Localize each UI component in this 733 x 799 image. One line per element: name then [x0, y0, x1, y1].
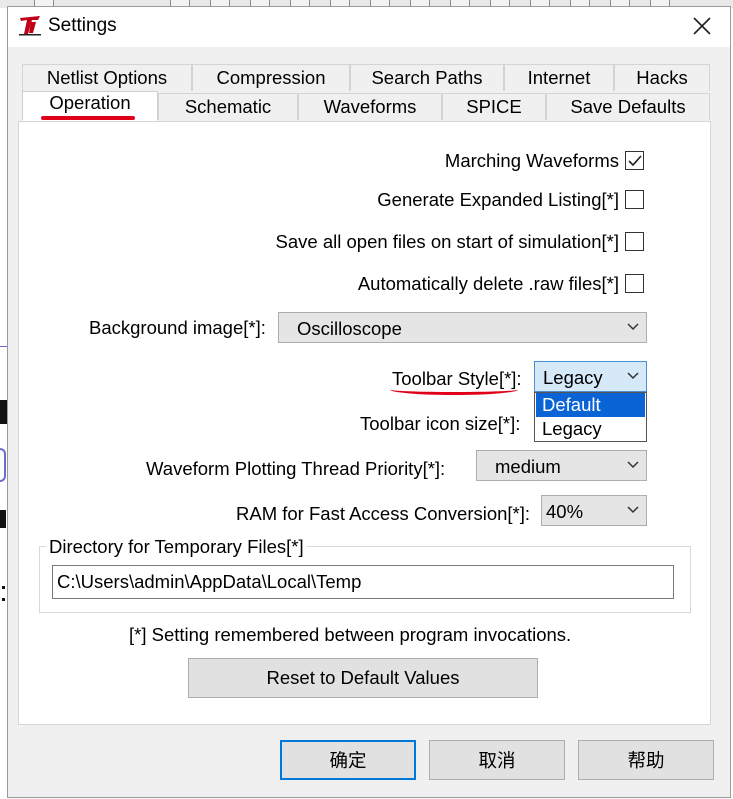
chevron-down-icon — [627, 506, 639, 514]
save-open-files-checkbox[interactable] — [625, 232, 644, 251]
temp-dir-input[interactable]: C:\Users\admin\AppData\Local\Temp — [52, 565, 674, 599]
tab-compression[interactable]: Compression — [192, 64, 350, 91]
reset-defaults-button[interactable]: Reset to Default Values — [188, 658, 538, 698]
ltspice-logo-icon — [18, 14, 42, 36]
marching-waveforms-checkbox[interactable] — [625, 151, 644, 170]
expanded-listing-checkbox[interactable] — [625, 190, 644, 209]
tab-label: Hacks — [636, 67, 688, 88]
window-title: Settings — [48, 15, 117, 36]
tab-label: SPICE — [466, 96, 522, 117]
background-image-label: Background image[*]: — [89, 317, 266, 338]
ram-conversion-select[interactable]: 40% — [541, 495, 647, 526]
toolbar-icon-size-label: Toolbar icon size[*]: — [360, 413, 521, 434]
thread-priority-value: medium — [495, 456, 561, 477]
chevron-down-icon — [627, 323, 639, 331]
chevron-down-icon — [627, 372, 639, 380]
tab-label: Netlist Options — [46, 67, 168, 88]
background-app-edge — [0, 8, 7, 799]
marching-waveforms-label: Marching Waveforms — [444, 150, 619, 171]
tab-label: Schematic — [184, 96, 272, 117]
help-button[interactable]: 帮助 — [578, 740, 714, 780]
background-image-select[interactable]: Oscilloscope — [278, 312, 647, 343]
chevron-down-icon — [627, 461, 639, 469]
background-image-value: Oscilloscope — [297, 318, 402, 339]
tab-label: Waveforms — [323, 96, 417, 117]
save-open-files-label: Save all open files on start of simulati… — [275, 231, 619, 252]
ram-conversion-value: 40% — [546, 501, 584, 522]
tab-label: Operation — [49, 92, 131, 113]
tab-internet[interactable]: Internet — [504, 64, 614, 91]
tab-label: Search Paths — [371, 67, 483, 88]
toolbar-style-select[interactable]: Legacy — [534, 361, 647, 392]
tab-search-paths[interactable]: Search Paths — [350, 64, 504, 91]
close-icon[interactable] — [688, 12, 716, 40]
thread-priority-label: Waveform Plotting Thread Priority[*]: — [146, 458, 446, 479]
auto-delete-raw-label: Automatically delete .raw files[*] — [357, 273, 619, 294]
remembered-note: [*] Setting remembered between program i… — [129, 624, 572, 645]
temp-dir-group-label: Directory for Temporary Files[*] — [46, 536, 307, 558]
auto-delete-raw-checkbox[interactable] — [625, 274, 644, 293]
annotation-underline-operation — [41, 116, 135, 120]
tab-save-defaults[interactable]: Save Defaults — [546, 93, 710, 120]
expanded-listing-label: Generate Expanded Listing[*] — [377, 189, 619, 210]
tab-schematic[interactable]: Schematic — [158, 93, 298, 120]
tab-hacks[interactable]: Hacks — [614, 64, 710, 91]
tab-label: Internet — [527, 67, 591, 88]
tab-label: Save Defaults — [570, 96, 686, 117]
tab-label: Compression — [216, 67, 326, 88]
tab-spice[interactable]: SPICE — [442, 93, 546, 120]
tab-waveforms[interactable]: Waveforms — [298, 93, 442, 120]
checkmark-icon — [628, 155, 642, 167]
ok-button[interactable]: 确定 — [280, 740, 416, 780]
tab-netlist-options[interactable]: Netlist Options — [22, 64, 192, 91]
cancel-button[interactable]: 取消 — [429, 740, 565, 780]
toolbar-style-value: Legacy — [543, 367, 603, 388]
ram-conversion-label: RAM for Fast Access Conversion[*]: — [236, 503, 531, 524]
thread-priority-select[interactable]: medium — [476, 450, 647, 481]
dropdown-option-legacy[interactable]: Legacy — [536, 417, 645, 441]
dropdown-option-default[interactable]: Default — [536, 393, 645, 417]
annotation-underline-toolbar-style — [390, 384, 518, 395]
toolbar-style-dropdown: Default Legacy — [534, 392, 647, 442]
